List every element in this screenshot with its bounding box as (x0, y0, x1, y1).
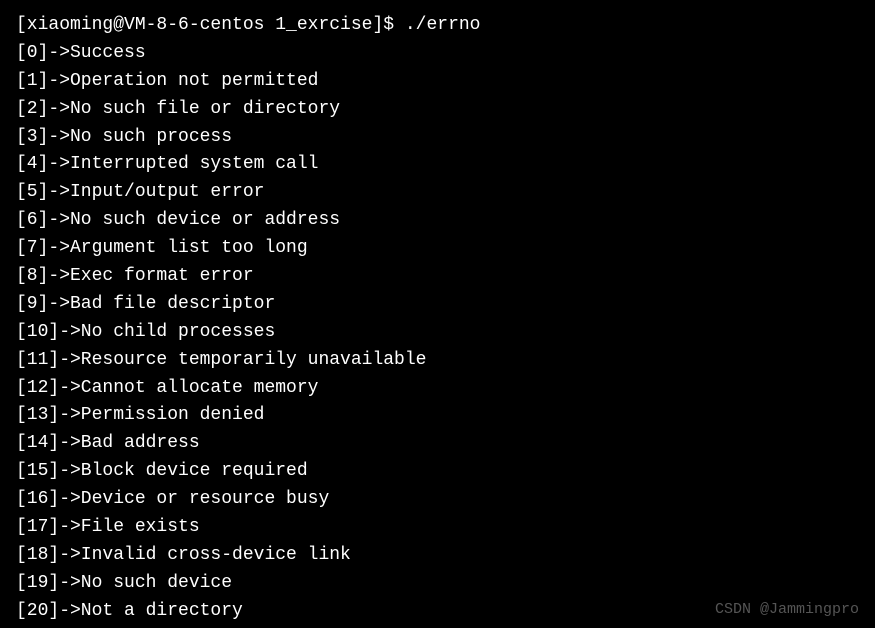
terminal-output-line: [7]->Argument list too long (16, 235, 859, 263)
terminal-output-line: [14]->Bad address (16, 430, 859, 458)
terminal-output-line: [8]->Exec format error (16, 263, 859, 291)
terminal-output-line: [16]->Device or resource busy (16, 486, 859, 514)
terminal-output-line: [0]->Success (16, 40, 859, 68)
watermark: CSDN @Jammingpro (715, 601, 859, 618)
terminal-output-line: [12]->Cannot allocate memory (16, 375, 859, 403)
output-lines: [0]->Success[1]->Operation not permitted… (16, 40, 859, 626)
terminal-output-line: [10]->No child processes (16, 319, 859, 347)
terminal-output-line: [2]->No such file or directory (16, 96, 859, 124)
terminal-output-line: [18]->Invalid cross-device link (16, 542, 859, 570)
terminal-output-line: [3]->No such process (16, 124, 859, 152)
terminal-output-line: [19]->No such device (16, 570, 859, 598)
terminal-output-line: [5]->Input/output error (16, 179, 859, 207)
terminal-container: [xiaoming@VM-8-6-centos 1_exrcise]$ ./er… (16, 12, 859, 626)
terminal-output-line: [15]->Block device required (16, 458, 859, 486)
prompt-line: [xiaoming@VM-8-6-centos 1_exrcise]$ ./er… (16, 12, 859, 40)
terminal-output-line: [1]->Operation not permitted (16, 68, 859, 96)
terminal-output-line: [11]->Resource temporarily unavailable (16, 347, 859, 375)
terminal-output-line: [4]->Interrupted system call (16, 151, 859, 179)
terminal-output-line: [9]->Bad file descriptor (16, 291, 859, 319)
terminal-output-line: [6]->No such device or address (16, 207, 859, 235)
terminal-output-line: [13]->Permission denied (16, 402, 859, 430)
terminal-output-line: [17]->File exists (16, 514, 859, 542)
